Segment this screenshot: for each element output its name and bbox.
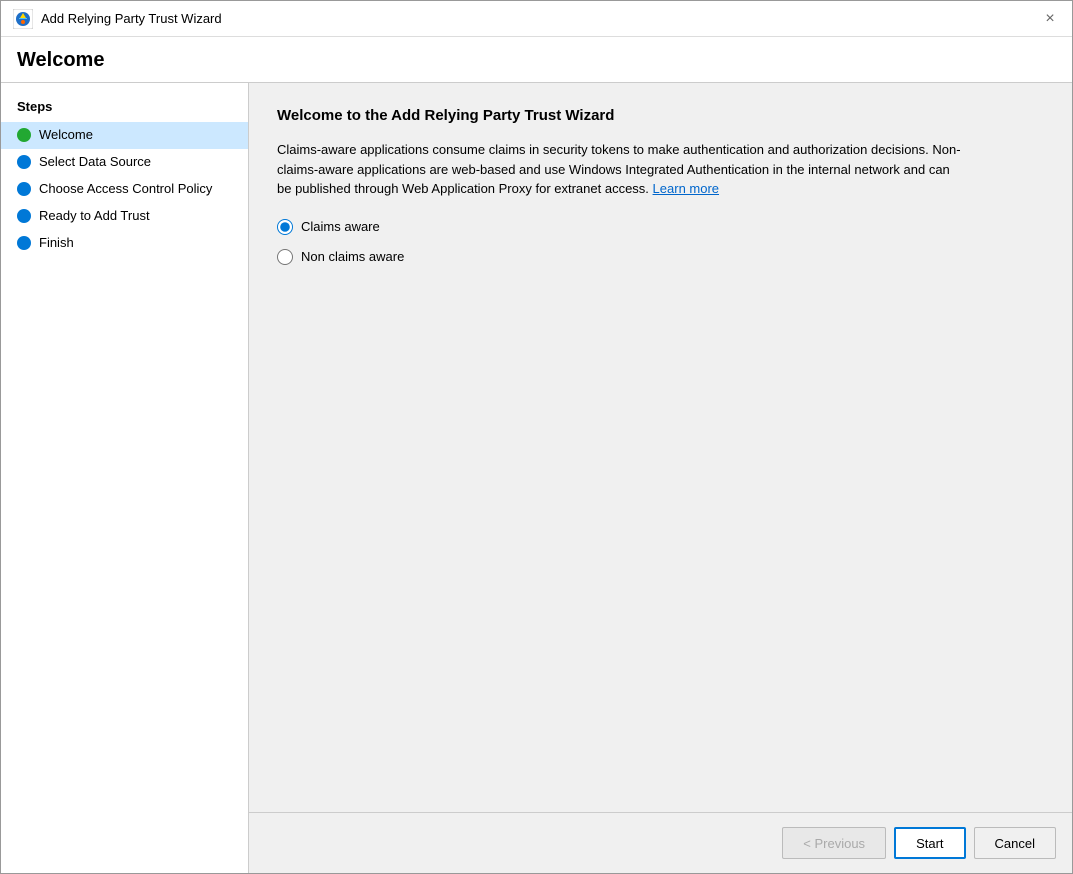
description-text: Claims-aware applications consume claims… [277, 140, 967, 199]
sidebar: Steps Welcome Select Data Source Choose … [1, 83, 249, 873]
step-dot-welcome [17, 128, 31, 142]
step-label-choose-access-control: Choose Access Control Policy [39, 181, 212, 198]
previous-button[interactable]: < Previous [782, 827, 886, 859]
wizard-app-icon [13, 9, 33, 29]
title-bar: Add Relying Party Trust Wizard × [1, 1, 1072, 37]
title-bar-left: Add Relying Party Trust Wizard [13, 9, 222, 29]
radio-label-claims-aware: Claims aware [301, 219, 380, 234]
main-title: Welcome to the Add Relying Party Trust W… [277, 107, 1044, 124]
radio-group: Claims aware Non claims aware [277, 219, 1044, 265]
page-title-bar: Welcome [1, 37, 1072, 83]
main-content: Welcome to the Add Relying Party Trust W… [249, 83, 1072, 873]
page-title: Welcome [17, 49, 1056, 72]
main-body: Welcome to the Add Relying Party Trust W… [249, 83, 1072, 812]
step-label-finish: Finish [39, 235, 74, 252]
step-dot-select-data-source [17, 155, 31, 169]
step-label-ready-to-add-trust: Ready to Add Trust [39, 208, 150, 225]
sidebar-item-choose-access-control[interactable]: Choose Access Control Policy [1, 176, 248, 203]
close-button[interactable]: × [1036, 5, 1064, 33]
learn-more-link[interactable]: Learn more [653, 181, 719, 196]
title-bar-text: Add Relying Party Trust Wizard [41, 11, 222, 26]
step-label-select-data-source: Select Data Source [39, 154, 151, 171]
radio-item-non-claims-aware[interactable]: Non claims aware [277, 249, 1044, 265]
wizard-window: Add Relying Party Trust Wizard × Welcome… [0, 0, 1073, 874]
sidebar-item-select-data-source[interactable]: Select Data Source [1, 149, 248, 176]
sidebar-item-ready-to-add-trust[interactable]: Ready to Add Trust [1, 203, 248, 230]
steps-label: Steps [1, 99, 248, 122]
radio-claims-aware[interactable] [277, 219, 293, 235]
radio-item-claims-aware[interactable]: Claims aware [277, 219, 1044, 235]
content-area: Steps Welcome Select Data Source Choose … [1, 83, 1072, 873]
radio-non-claims-aware[interactable] [277, 249, 293, 265]
radio-label-non-claims-aware: Non claims aware [301, 249, 404, 264]
cancel-button[interactable]: Cancel [974, 827, 1056, 859]
start-button[interactable]: Start [894, 827, 965, 859]
step-dot-ready-to-add-trust [17, 209, 31, 223]
step-label-welcome: Welcome [39, 127, 93, 144]
sidebar-item-finish[interactable]: Finish [1, 230, 248, 257]
footer: < Previous Start Cancel [249, 812, 1072, 873]
step-dot-finish [17, 236, 31, 250]
sidebar-item-welcome[interactable]: Welcome [1, 122, 248, 149]
description-part1: Claims-aware applications consume claims… [277, 142, 961, 196]
step-dot-choose-access-control [17, 182, 31, 196]
